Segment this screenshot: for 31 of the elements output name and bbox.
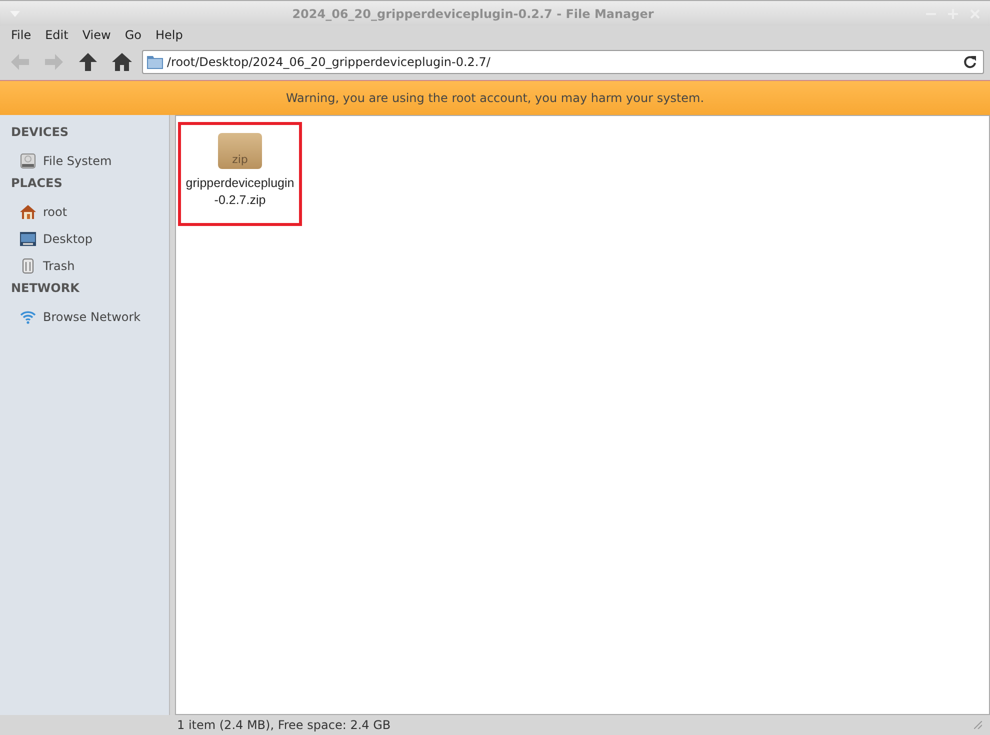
hard-drive-icon <box>20 152 36 168</box>
menu-item[interactable]: Go <box>118 28 148 42</box>
package-icon: zip <box>218 133 262 169</box>
path-input[interactable]: /root/Desktop/2024_06_20_gripperdeviceplugin-0.2.7/ <box>167 55 959 69</box>
menu-item[interactable]: File <box>4 28 38 42</box>
sidebar-item[interactable]: root <box>0 198 169 225</box>
file-item[interactable]: zip gripperdeviceplugin-0.2.7.zip <box>178 122 302 226</box>
location-field[interactable]: /root/Desktop/2024_06_20_gripperdeviceplugin-0.2.7/ <box>142 50 984 74</box>
sidebar-item[interactable]: Desktop <box>0 225 169 252</box>
sidebar-item[interactable]: File System <box>0 147 169 174</box>
wifi-icon <box>20 310 36 324</box>
menu-item[interactable]: Edit <box>38 28 76 42</box>
section-heading: DEVICES <box>10 124 70 141</box>
desktop-icon <box>20 230 36 246</box>
trash-icon <box>20 258 36 274</box>
sidebar-item[interactable]: Browse Network <box>0 303 169 330</box>
reload-icon[interactable] <box>963 55 977 69</box>
folder-icon <box>147 55 163 69</box>
section-heading: NETWORK <box>10 280 80 297</box>
home-icon[interactable] <box>112 53 132 71</box>
menu-item[interactable]: View <box>75 28 118 42</box>
up-arrow-icon[interactable] <box>78 53 98 71</box>
warning-text: Warning, you are using the root account, you may harm your system. <box>286 91 704 105</box>
window-title: 2024_06_20_gripperdeviceplugin-0.2.7 - File Manager <box>291 6 655 20</box>
section-heading: PLACES <box>10 175 64 192</box>
menu-item[interactable]: Help <box>148 28 190 42</box>
status-text: 1 item (2.4 MB), Free space: 2.4 GB <box>177 718 392 732</box>
sidebar-item[interactable]: Trash <box>0 252 169 279</box>
resize-grip-icon[interactable] <box>974 721 982 729</box>
house-icon <box>20 204 36 220</box>
window-menu-icon[interactable] <box>10 10 20 16</box>
